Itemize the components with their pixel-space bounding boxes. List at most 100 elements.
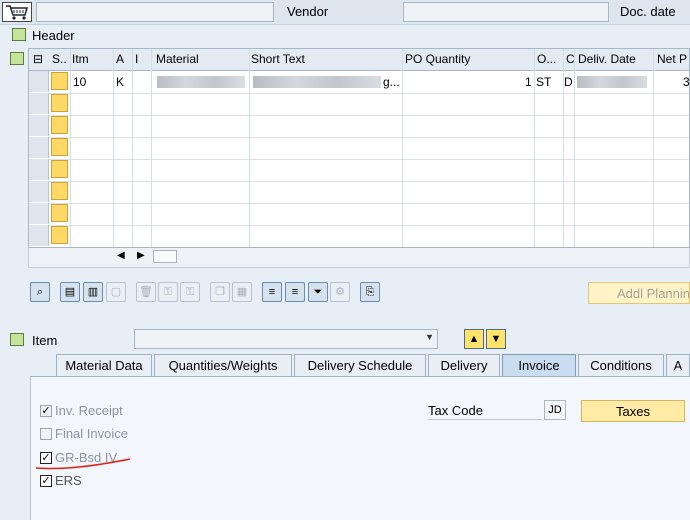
table-row[interactable] <box>29 225 689 247</box>
inv-receipt-checkbox[interactable]: ✓ <box>40 405 52 417</box>
unlock-icon[interactable]: ⚿ <box>180 282 200 302</box>
column-header-order-unit[interactable]: O... <box>537 52 556 66</box>
cell-order-unit[interactable]: ST <box>536 75 551 89</box>
table-row[interactable] <box>29 137 689 160</box>
details-icon[interactable]: ⌕ <box>30 282 50 302</box>
row-selector[interactable] <box>29 71 49 92</box>
status-cell[interactable] <box>51 226 68 244</box>
cell-net-price[interactable]: 3 <box>683 75 689 89</box>
cell-po-quantity[interactable]: 1 <box>525 75 532 89</box>
status-cell[interactable] <box>51 94 68 112</box>
red-annotation-underline <box>35 458 131 470</box>
deselect-icon[interactable]: ▢ <box>106 282 126 302</box>
tab-quantities-weights[interactable]: Quantities/Weights <box>154 354 292 376</box>
tab-delivery[interactable]: Delivery <box>428 354 500 376</box>
tab-delivery-schedule[interactable]: Delivery Schedule <box>294 354 426 376</box>
table-row[interactable]: 10 K g... 1 ST D 3 <box>29 71 689 94</box>
table-row[interactable] <box>29 93 689 116</box>
tab-invoice[interactable]: Invoice <box>502 354 576 376</box>
header-expand-icon[interactable] <box>12 28 26 41</box>
column-header-material[interactable]: Material <box>156 52 199 66</box>
tax-code-field[interactable]: JD <box>544 400 566 420</box>
item-detail-tabs: Material Data Quantities/Weights Deliver… <box>0 352 690 376</box>
select-block-icon[interactable]: ▥ <box>83 282 103 302</box>
column-header-net-price[interactable]: Net P <box>657 52 687 66</box>
cell-material[interactable] <box>157 76 245 88</box>
vendor-field[interactable] <box>403 2 609 22</box>
header-section-label: Header <box>32 28 75 43</box>
filter-icon[interactable]: ⏷ <box>308 282 328 302</box>
paste-icon[interactable]: ▦ <box>232 282 252 302</box>
tax-code-label: Tax Code <box>428 403 483 418</box>
ers-checkbox[interactable]: ✓ <box>40 475 52 487</box>
row-selector[interactable] <box>29 115 49 136</box>
select-all-icon[interactable]: ▤ <box>60 282 80 302</box>
cell-short-text-suffix: g... <box>383 75 400 89</box>
doc-date-label: Doc. date <box>620 4 676 19</box>
status-cell[interactable] <box>51 182 68 200</box>
column-settings-icon[interactable]: ⊟ <box>33 52 43 66</box>
tab-more[interactable]: A <box>666 354 690 376</box>
sort-ascending-icon[interactable]: ≡ <box>262 282 282 302</box>
item-overview-table: ⊟ S.. Itm A I Material Short Text PO Qua… <box>28 48 690 248</box>
tax-code-underline <box>428 419 542 420</box>
column-header-item[interactable]: Itm <box>72 52 89 66</box>
inv-receipt-label: Inv. Receipt <box>55 403 123 418</box>
scroll-thumb[interactable] <box>153 250 177 263</box>
items-overview-expand-icon[interactable] <box>10 52 24 65</box>
scroll-left-icon[interactable]: ◀ <box>117 250 125 261</box>
table-row[interactable] <box>29 115 689 138</box>
table-header: ⊟ S.. Itm A I Material Short Text PO Qua… <box>29 49 689 71</box>
row-selector[interactable] <box>29 93 49 114</box>
column-header-status[interactable]: S.. <box>52 52 67 66</box>
status-cell[interactable] <box>51 72 68 90</box>
cell-account-assignment[interactable]: K <box>116 75 124 89</box>
table-row[interactable] <box>29 159 689 182</box>
row-selector[interactable] <box>29 203 49 224</box>
column-header-short-text[interactable]: Short Text <box>251 52 305 66</box>
final-invoice-label: Final Invoice <box>55 426 128 441</box>
cell-short-text[interactable] <box>253 76 381 88</box>
cell-delivery-date[interactable] <box>577 76 647 88</box>
document-type-field[interactable] <box>36 2 274 22</box>
status-cell[interactable] <box>51 138 68 156</box>
next-item-button[interactable]: ▼ <box>486 329 506 349</box>
cell-item-number[interactable]: 10 <box>73 75 86 89</box>
row-selector[interactable] <box>29 159 49 180</box>
column-header-account-assignment[interactable]: A <box>116 52 124 66</box>
previous-item-button[interactable]: ▲ <box>464 329 484 349</box>
item-expand-icon[interactable] <box>10 333 24 346</box>
shopping-cart-icon[interactable] <box>2 2 32 22</box>
settings-icon[interactable]: ⚙ <box>330 282 350 302</box>
table-row[interactable] <box>29 203 689 226</box>
addl-planning-button[interactable]: Addl Planning <box>588 282 690 304</box>
chevron-down-icon[interactable]: ▼ <box>425 332 434 342</box>
ers-label: ERS <box>55 473 82 488</box>
lock-icon[interactable]: ⚿ <box>158 282 178 302</box>
status-cell[interactable] <box>51 116 68 134</box>
document-icon[interactable]: ⎘ <box>360 282 380 302</box>
sort-descending-icon[interactable]: ≡ <box>285 282 305 302</box>
item-selector-dropdown[interactable]: ▼ <box>134 329 438 349</box>
table-row[interactable] <box>29 181 689 204</box>
vendor-label: Vendor <box>287 4 329 19</box>
final-invoice-checkbox[interactable] <box>40 428 52 440</box>
status-cell[interactable] <box>51 160 68 178</box>
taxes-button[interactable]: Taxes <box>581 400 685 422</box>
delete-icon[interactable]: 🗑 <box>136 282 156 302</box>
row-selector[interactable] <box>29 181 49 202</box>
column-header-po-quantity[interactable]: PO Quantity <box>405 52 470 66</box>
invoice-tab-panel <box>30 376 690 520</box>
row-selector[interactable] <box>29 137 49 158</box>
status-cell[interactable] <box>51 204 68 222</box>
scroll-right-icon[interactable]: ▶ <box>137 250 145 261</box>
tab-conditions[interactable]: Conditions <box>578 354 664 376</box>
tab-material-data[interactable]: Material Data <box>56 354 152 376</box>
row-selector[interactable] <box>29 225 49 246</box>
item-section-label: Item <box>32 333 58 348</box>
cell-c[interactable]: D <box>564 75 573 89</box>
column-header-delivery-date[interactable]: Deliv. Date <box>578 52 636 66</box>
horizontal-scrollbar[interactable]: ◀ ▶ <box>28 248 690 268</box>
copy-icon[interactable]: ❐ <box>210 282 230 302</box>
column-header-item-category[interactable]: I <box>135 52 138 66</box>
